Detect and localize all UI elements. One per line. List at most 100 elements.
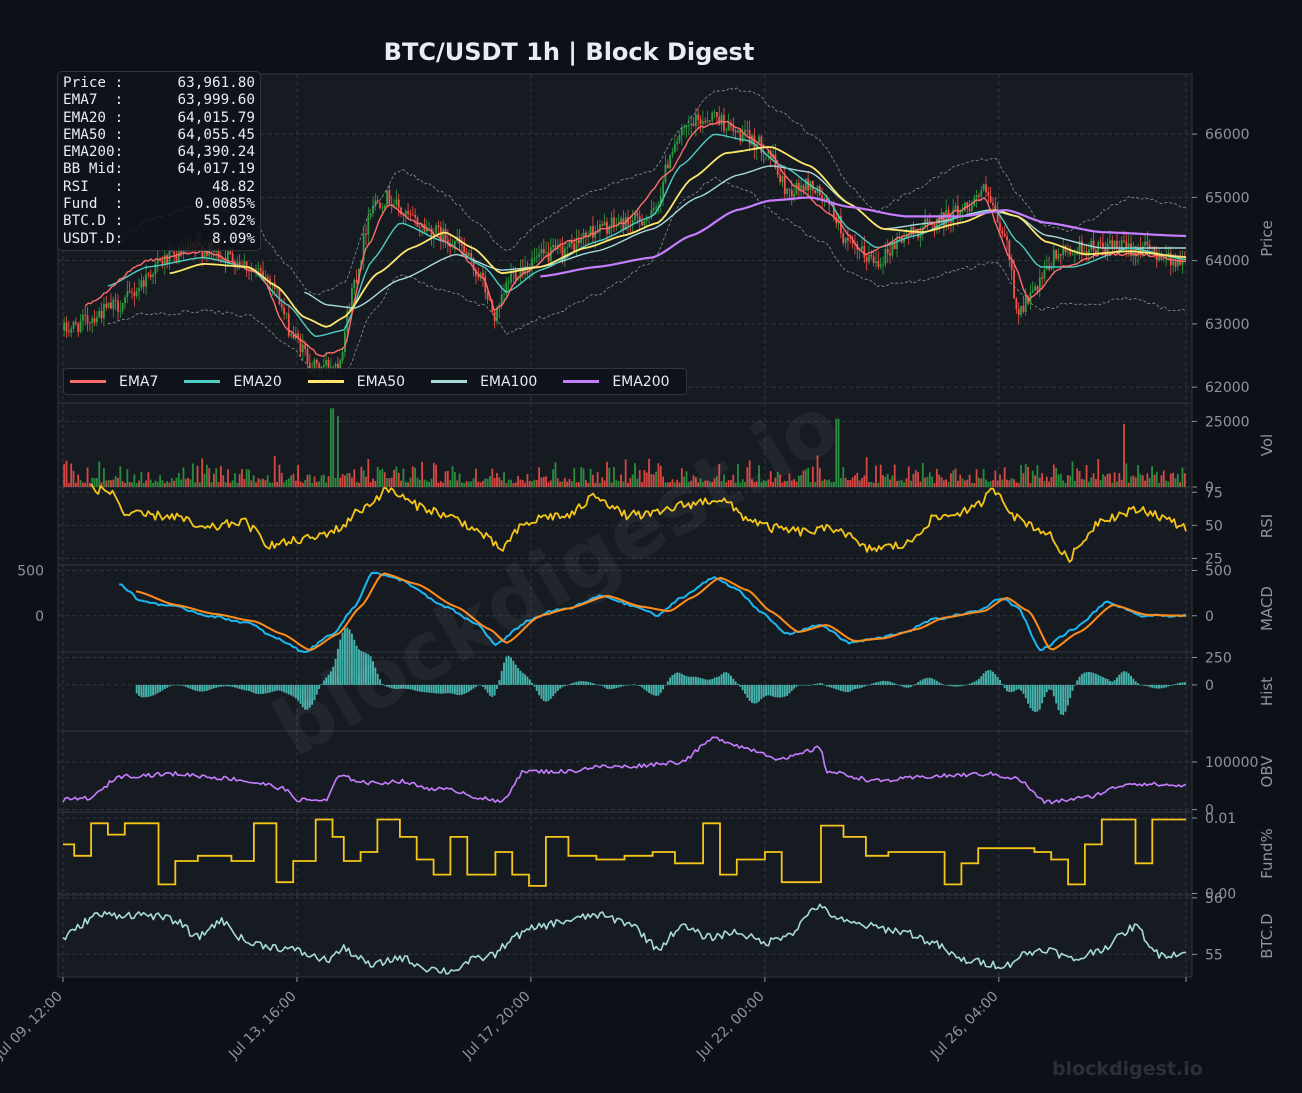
volume-bar — [191, 463, 194, 487]
volume-bar — [425, 480, 428, 487]
candle-body — [975, 195, 978, 198]
volume-bar — [1027, 466, 1029, 487]
volume-bar — [367, 459, 370, 487]
histogram-bar — [772, 684, 775, 697]
histogram-bar — [886, 681, 889, 685]
volume-bar — [259, 479, 262, 487]
histogram-bar — [704, 679, 707, 685]
volume-bar — [465, 480, 468, 487]
histogram-bar — [861, 684, 863, 688]
candle-body — [103, 303, 105, 319]
candle-body — [566, 247, 569, 249]
obv-ytick-label: 100000 — [1205, 755, 1258, 771]
candle-body — [795, 182, 798, 194]
volume-bar — [479, 482, 482, 487]
histogram-bar — [882, 680, 884, 685]
volume-bar — [1031, 470, 1034, 487]
volume-bar — [468, 481, 470, 487]
candle-body — [386, 190, 388, 206]
histogram-bar — [627, 684, 629, 686]
candle-body — [664, 164, 667, 183]
candle-body — [124, 297, 126, 304]
candle-body — [482, 272, 484, 277]
candle-body — [982, 184, 985, 191]
volume-bar — [477, 481, 480, 487]
volume-bar — [444, 471, 447, 487]
volume-bar — [299, 481, 302, 487]
volume-bar — [1045, 476, 1048, 487]
candle-body — [868, 254, 870, 262]
info-label: EMA50 : — [63, 126, 124, 143]
histogram-bar — [538, 684, 541, 696]
volume-bar — [587, 482, 590, 487]
chart-title: BTC/USDT 1h | Block Digest — [384, 38, 755, 66]
histogram-bar — [715, 677, 718, 685]
volume-bar — [589, 468, 592, 487]
btcd-ytick-label: 56 — [1205, 891, 1223, 907]
volume-bar — [828, 479, 831, 487]
volume-bar — [1024, 464, 1027, 487]
volume-bar — [952, 470, 955, 487]
volume-bar — [535, 480, 538, 487]
histogram-bar — [589, 682, 592, 685]
volume-bar — [1137, 464, 1139, 487]
volume-bar — [166, 481, 169, 487]
volume-bar — [1111, 482, 1114, 487]
candle-body — [680, 128, 683, 136]
histogram-bar — [498, 680, 501, 685]
candle-body — [1052, 250, 1055, 267]
histogram-bar — [1165, 684, 1168, 688]
histogram-bar — [875, 682, 877, 685]
volume-bar — [1092, 473, 1095, 487]
volume-bar — [355, 481, 358, 487]
histogram-bar — [573, 682, 576, 685]
info-row: Price : 63,961.80 — [63, 75, 255, 92]
candle-body — [1162, 258, 1165, 260]
histogram-bar — [493, 684, 496, 696]
volume-bar — [868, 482, 870, 487]
volume-bar — [456, 480, 459, 487]
histogram-bar — [788, 684, 791, 694]
volume-bar — [592, 474, 594, 487]
volume-bar — [1106, 473, 1109, 487]
candle-body — [673, 144, 676, 152]
candle-body — [460, 243, 463, 246]
volume-bar — [376, 466, 379, 487]
histogram-bar — [620, 684, 622, 687]
volume-bar — [596, 472, 599, 487]
histogram-bar — [1181, 682, 1184, 685]
histogram-bar — [142, 684, 145, 698]
volume-bar — [362, 470, 365, 487]
candle-body — [666, 164, 669, 169]
volume-bar — [112, 479, 115, 487]
info-label: USDT.D: — [63, 230, 124, 247]
candle-body — [114, 299, 117, 301]
histogram-bar — [755, 684, 758, 704]
candle-body — [1102, 242, 1104, 248]
histogram-bar — [699, 677, 702, 685]
macd-axis-label: MACD — [1258, 586, 1276, 631]
histogram-bar — [208, 684, 211, 691]
histogram-bar — [1179, 682, 1182, 685]
volume-bar — [912, 473, 915, 487]
candle-body — [1034, 286, 1036, 291]
histogram-bar — [606, 684, 608, 689]
volume-bar — [940, 477, 943, 487]
volume-bar — [170, 478, 173, 487]
volume-bar — [243, 479, 246, 487]
volume-bar — [900, 479, 903, 487]
histogram-bar — [938, 682, 941, 685]
histogram-bar — [243, 684, 246, 691]
volume-bar — [369, 482, 372, 487]
histogram-bar — [196, 684, 199, 692]
rsi-ytick-label: 50 — [1205, 518, 1223, 534]
volume-bar — [294, 480, 297, 487]
histogram-bar — [786, 684, 789, 696]
histogram-bar — [720, 674, 723, 685]
hist-panel-frame — [57, 651, 1193, 732]
candle-body — [128, 291, 131, 293]
volume-bar — [1066, 475, 1069, 487]
volume-bar — [552, 469, 555, 487]
volume-axis-label: Vol — [1258, 434, 1276, 456]
volume-bar — [220, 465, 222, 487]
